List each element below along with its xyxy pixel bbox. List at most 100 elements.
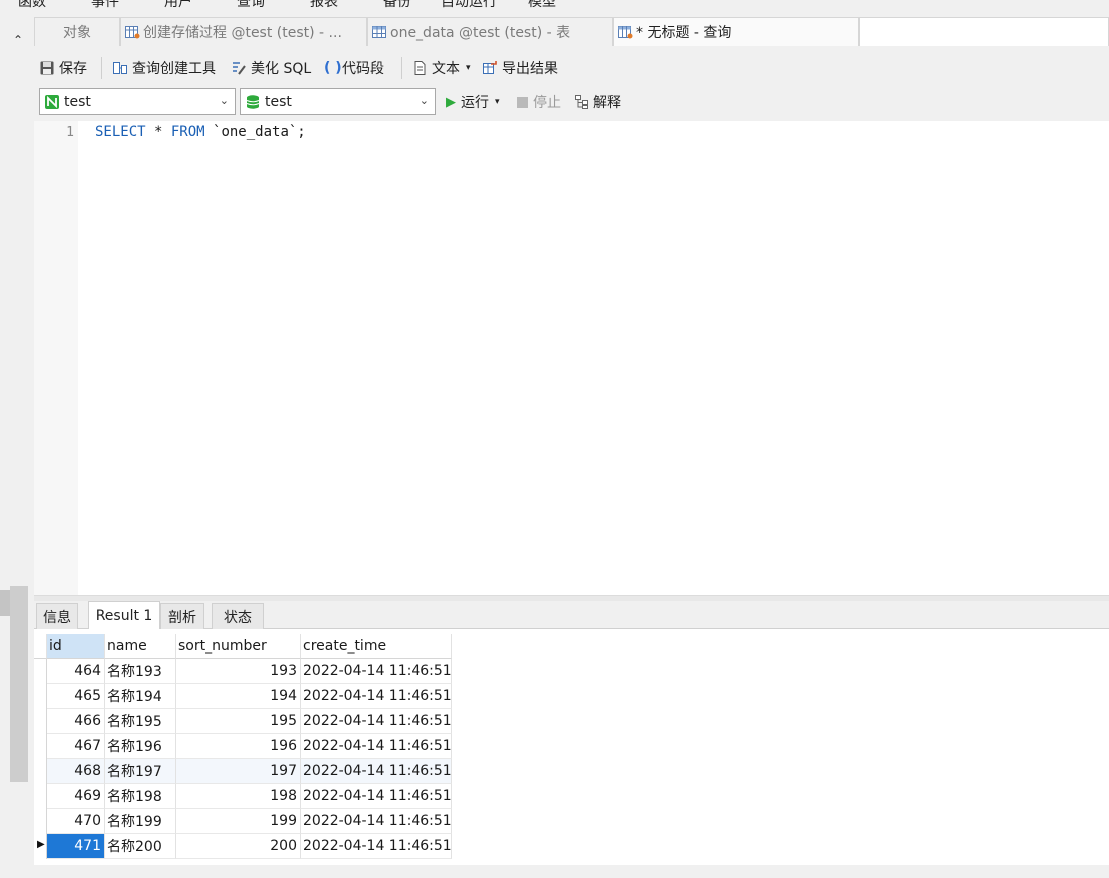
menu-item-functions[interactable]: 函数 [18, 0, 46, 11]
sql-code-line[interactable]: SELECT * FROM `one_data`; [95, 124, 306, 140]
code-snippet-icon: ( ) [324, 60, 342, 76]
tab-label: 创建存储过程 @test (test) - ... [143, 25, 342, 41]
dropdown-arrow-icon[interactable]: ▾ [495, 97, 500, 107]
menu-item-users[interactable]: 用户 [164, 0, 192, 11]
chevron-down-icon: ⌄ [219, 94, 229, 107]
cell-id[interactable]: 467 [47, 734, 105, 759]
menu-item-events[interactable]: 事件 [91, 0, 119, 11]
cell-create-time[interactable]: 2022-04-14 11:46:51 [301, 759, 452, 784]
row-indicator[interactable] [34, 659, 47, 684]
database-icon [245, 94, 261, 110]
tab-label: Result 1 [95, 608, 153, 624]
row-indicator[interactable] [34, 784, 47, 809]
column-header-create-time[interactable]: create_time [301, 634, 452, 659]
row-indicator[interactable] [34, 709, 47, 734]
connection-bar: test ⌄ test ⌄ ▶ 运行 ▾ 停止 解释 [34, 86, 1109, 118]
result-tab-bar: 信息 Result 1 剖析 状态 [34, 601, 1109, 630]
tab-result-1[interactable]: Result 1 [88, 601, 160, 630]
cell-name[interactable]: 名称195 [105, 709, 176, 734]
export-results-button[interactable]: 导出结果 [482, 58, 558, 78]
database-select[interactable]: test ⌄ [240, 88, 436, 115]
run-button[interactable]: ▶ 运行 ▾ [446, 92, 500, 112]
cell-id[interactable]: 465 [47, 684, 105, 709]
menu-item-backup[interactable]: 备份 [383, 0, 411, 11]
tab-label: 信息 [43, 609, 71, 626]
cell-id[interactable]: 470 [47, 809, 105, 834]
menu-item-automation[interactable]: 自动运行 [441, 0, 497, 11]
cell-name[interactable]: 名称197 [105, 759, 176, 784]
cell-name[interactable]: 名称196 [105, 734, 176, 759]
tab-untitled-query[interactable]: * 无标题 - 查询 [613, 17, 859, 46]
tab-profile[interactable]: 剖析 [160, 603, 204, 629]
cell-name[interactable]: 名称199 [105, 809, 176, 834]
code-snippet-label: 代码段 [342, 61, 384, 77]
text-mode-dropdown[interactable]: 文本 ▾ [412, 58, 471, 78]
cell-create-time[interactable]: 2022-04-14 11:46:51 [301, 684, 452, 709]
explain-button[interactable]: 解释 [574, 92, 621, 112]
sql-editor[interactable]: 1 SELECT * FROM `one_data`; [34, 121, 1109, 595]
cell-sort-number[interactable]: 198 [176, 784, 301, 809]
code-snippet-button[interactable]: ( ) 代码段 [324, 58, 384, 78]
result-grid[interactable]: id name sort_number create_time 464 名称19… [34, 629, 1109, 865]
tab-label: 对象 [63, 25, 91, 41]
row-indicator[interactable] [34, 809, 47, 834]
tab-create-procedure[interactable]: 创建存储过程 @test (test) - ... [120, 17, 367, 46]
connection-icon [44, 94, 60, 110]
stop-icon [517, 96, 528, 108]
cell-sort-number[interactable]: 200 [176, 834, 301, 859]
connection-select[interactable]: test ⌄ [39, 88, 236, 115]
cell-id[interactable]: 466 [47, 709, 105, 734]
tab-objects[interactable]: 对象 [34, 17, 120, 46]
beautify-wand-icon [231, 60, 247, 76]
cell-sort-number[interactable]: 195 [176, 709, 301, 734]
cell-sort-number[interactable]: 196 [176, 734, 301, 759]
save-button[interactable]: 保存 [39, 58, 87, 78]
stop-button[interactable]: 停止 [517, 92, 561, 112]
cell-sort-number[interactable]: 194 [176, 684, 301, 709]
current-row-indicator[interactable]: ▶ [34, 834, 47, 859]
cell-create-time[interactable]: 2022-04-14 11:46:51 [301, 784, 452, 809]
explain-label: 解释 [593, 95, 621, 111]
cell-sort-number[interactable]: 197 [176, 759, 301, 784]
cell-sort-number[interactable]: 193 [176, 659, 301, 684]
cell-sort-number[interactable]: 199 [176, 809, 301, 834]
tab-one-data-table[interactable]: one_data @test (test) - 表 [367, 17, 613, 46]
cell-id[interactable]: 464 [47, 659, 105, 684]
cell-create-time[interactable]: 2022-04-14 11:46:51 [301, 809, 452, 834]
column-header-name[interactable]: name [105, 634, 176, 659]
play-icon: ▶ [446, 94, 456, 110]
cell-id[interactable]: 468 [47, 759, 105, 784]
row-pointer-icon: ▶ [37, 839, 45, 850]
cell-name[interactable]: 名称193 [105, 659, 176, 684]
cell-create-time[interactable]: 2022-04-14 11:46:51 [301, 709, 452, 734]
tab-label: 剖析 [168, 609, 196, 626]
sql-star: * [145, 124, 171, 140]
cell-create-time[interactable]: 2022-04-14 11:46:51 [301, 659, 452, 684]
cell-name[interactable]: 名称194 [105, 684, 176, 709]
menu-item-reports[interactable]: 报表 [310, 0, 338, 11]
cell-create-time[interactable]: 2022-04-14 11:46:51 [301, 734, 452, 759]
cell-id-selected[interactable]: 471 [47, 834, 105, 859]
beautify-sql-button[interactable]: 美化 SQL [231, 58, 311, 78]
query-toolbar: 保存 查询创建工具 美化 SQL ( ) 代码段 文本 ▾ 导出结果 [34, 52, 1109, 84]
cell-create-time[interactable]: 2022-04-14 11:46:51 [301, 834, 452, 859]
menu-item-queries[interactable]: 查询 [237, 0, 265, 11]
column-header-id[interactable]: id [47, 634, 105, 659]
panel-splitter-handle[interactable] [0, 590, 10, 616]
cell-name[interactable]: 名称200 [105, 834, 176, 859]
row-indicator[interactable] [34, 759, 47, 784]
tab-info[interactable]: 信息 [36, 603, 78, 629]
cell-id[interactable]: 469 [47, 784, 105, 809]
row-indicator[interactable] [34, 684, 47, 709]
grid-corner [34, 634, 47, 659]
chevron-down-icon: ⌄ [419, 94, 429, 107]
chevron-up-icon[interactable]: ⌃ [13, 33, 23, 47]
row-indicator[interactable] [34, 734, 47, 759]
query-icon [618, 25, 633, 39]
tab-status[interactable]: 状态 [212, 603, 264, 629]
menu-item-model[interactable]: 模型 [528, 0, 556, 11]
column-header-sort-number[interactable]: sort_number [176, 634, 301, 659]
cell-name[interactable]: 名称198 [105, 784, 176, 809]
scrollbar-thumb[interactable] [10, 586, 28, 782]
query-builder-button[interactable]: 查询创建工具 [112, 58, 216, 78]
